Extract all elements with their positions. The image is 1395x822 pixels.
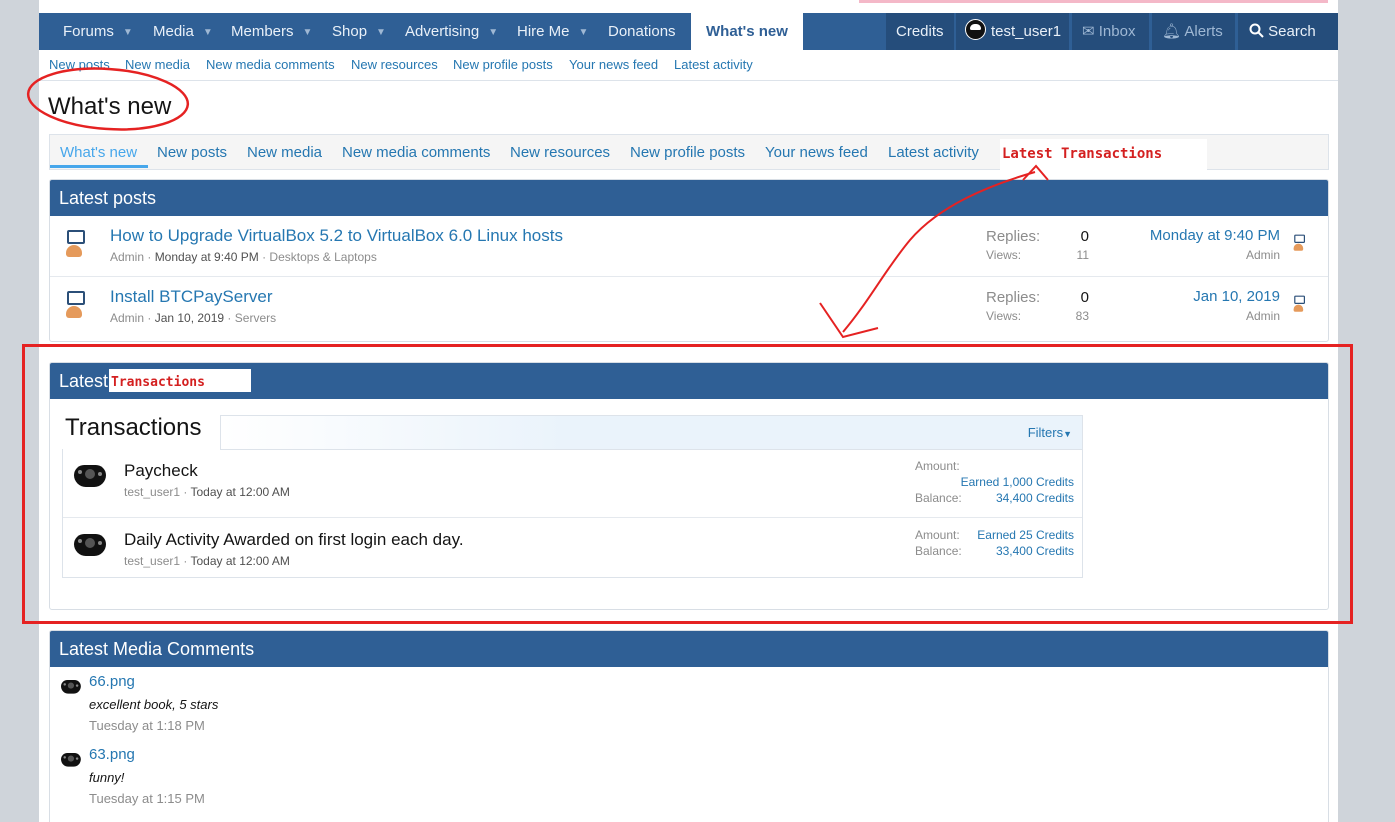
nav-user[interactable]: test_user1 [965,13,1061,50]
replies-count: 0 [1080,289,1089,306]
search-icon [1249,23,1264,38]
last-poster-icon[interactable] [1293,295,1305,313]
media-comment-time: Tuesday at 1:18 PM [89,718,205,733]
post-meta: Admin · Jan 10, 2019 · Servers [110,311,277,325]
post-title[interactable]: How to Upgrade VirtualBox 5.2 to Virtual… [110,226,563,246]
replies-count: 0 [1080,228,1089,245]
post-title[interactable]: Install BTCPayServer [110,287,273,307]
annotation-rectangle [22,344,1353,624]
subnav-new-resources[interactable]: New resources [351,57,438,72]
nav-search[interactable]: Search [1249,13,1316,50]
latest-posts-block: Latest posts How to Upgrade VirtualBox 5… [49,179,1329,342]
latest-media-comments-header: Latest Media Comments [50,631,1328,667]
post-row: How to Upgrade VirtualBox 5.2 to Virtual… [50,216,1328,277]
top-banner-strip [859,0,1328,3]
chevron-down-icon[interactable]: ▼ [376,14,386,51]
nav-media-label: Media [153,23,194,40]
thread-icon [65,291,85,319]
nav-advertising[interactable]: Advertising ▼ [405,13,498,50]
chevron-down-icon[interactable]: ▼ [488,14,498,51]
latest-media-comments-block: Latest Media Comments 66.png excellent b… [49,630,1329,822]
tab-new-media[interactable]: New media [247,144,322,161]
subnav-news-feed[interactable]: Your news feed [569,57,658,72]
post-date: Jan 10, 2019 [154,311,225,325]
nav-alerts[interactable]: 🔔︎ Alerts [1162,13,1223,50]
chevron-down-icon[interactable]: ▼ [123,14,133,51]
nav-members-label: Members [231,23,294,40]
nav-hire-me[interactable]: Hire Me ▼ [517,13,588,50]
tab-new-posts[interactable]: New posts [157,144,227,161]
last-poster-icon[interactable] [1293,234,1305,252]
thread-icon [65,230,85,258]
avatar [965,19,986,40]
nav-shop[interactable]: Shop ▼ [332,13,386,50]
media-comment-time: Tuesday at 1:15 PM [89,791,205,806]
chevron-down-icon[interactable]: ▼ [303,14,313,51]
latest-posts-header: Latest posts [50,180,1328,216]
nav-credits[interactable]: Credits [896,13,944,50]
nav-inbox[interactable]: ✉ Inbox [1082,13,1135,50]
nav-media[interactable]: Media ▼ [153,13,213,50]
post-author[interactable]: Admin [110,311,144,325]
post-forum[interactable]: Desktops & Laptops [269,250,376,264]
nav-search-label: Search [1268,23,1316,40]
nav-inbox-label: Inbox [1098,23,1136,40]
gamepad-icon[interactable] [61,753,81,767]
chevron-down-icon[interactable]: ▼ [203,14,213,51]
tab-new-profile-posts[interactable]: New profile posts [630,144,745,161]
nav-forums-label: Forums [63,23,114,40]
bell-icon: 🔔︎ [1162,23,1182,40]
views-label: Views: [986,248,1022,262]
last-post-date[interactable]: Jan 10, 2019 [1193,288,1280,305]
media-comment-text: funny! [89,770,125,785]
views-count: 83 [1075,309,1089,323]
gamepad-icon[interactable] [61,680,81,694]
last-post-date[interactable]: Monday at 9:40 PM [1150,227,1280,244]
replies-label: Replies: [986,228,1041,245]
nav-shop-label: Shop [332,23,368,40]
nav-user-label: test_user1 [991,23,1062,40]
subnav-new-profile-posts[interactable]: New profile posts [453,57,553,72]
views-count: 11 [1076,248,1089,262]
tab-whats-new[interactable]: What's new [60,144,137,161]
nav-members[interactable]: Members ▼ [231,13,312,50]
media-comment-item: 66.png excellent book, 5 stars Tuesday a… [50,669,1328,741]
media-link[interactable]: 66.png [89,673,135,690]
nav-alerts-label: Alerts [1184,23,1223,40]
subnav-new-media-comments[interactable]: New media comments [206,57,335,72]
last-post-user[interactable]: Admin [1246,248,1280,262]
views-label: Views: [986,309,1022,323]
post-forum[interactable]: Servers [235,311,276,325]
post-author[interactable]: Admin [110,250,144,264]
envelope-icon: ✉ [1082,23,1095,40]
page-title: What's new [48,93,172,120]
media-comment-text: excellent book, 5 stars [89,697,219,712]
tab-active-indicator [50,165,148,168]
post-meta: Admin · Monday at 9:40 PM · Desktops & L… [110,250,377,264]
media-link[interactable]: 63.png [89,746,135,763]
whats-new-tabs: What's new New posts New media New media… [49,134,1329,185]
media-comment-item: 63.png funny! Tuesday at 1:15 PM [50,742,1328,814]
post-row: Install BTCPayServer Admin · Jan 10, 201… [50,277,1328,337]
subnav-latest-activity[interactable]: Latest activity [674,57,753,72]
subnav-new-media[interactable]: New media [125,57,190,72]
nav-advertising-label: Advertising [405,23,480,40]
tab-latest-activity[interactable]: Latest activity [888,144,979,161]
tab-news-feed[interactable]: Your news feed [765,144,868,161]
sub-nav: New posts New media New media comments N… [39,50,1338,81]
top-nav: Forums ▼ Media ▼ Members ▼ Shop ▼ Advertisin… [39,13,1338,50]
nav-donations[interactable]: Donations [608,13,676,50]
tab-new-resources[interactable]: New resources [510,144,610,161]
post-date: Monday at 9:40 PM [154,250,259,264]
subnav-new-posts[interactable]: New posts [49,57,110,72]
tab-new-media-comments[interactable]: New media comments [342,144,490,161]
annotation-label: Latest Transactions [1002,146,1163,162]
nav-whats-new[interactable]: What's new [691,13,803,50]
chevron-down-icon[interactable]: ▼ [579,14,589,51]
last-post-user[interactable]: Admin [1246,309,1280,323]
nav-forums[interactable]: Forums ▼ [63,13,133,50]
nav-hire-me-label: Hire Me [517,23,570,40]
replies-label: Replies: [986,289,1041,306]
